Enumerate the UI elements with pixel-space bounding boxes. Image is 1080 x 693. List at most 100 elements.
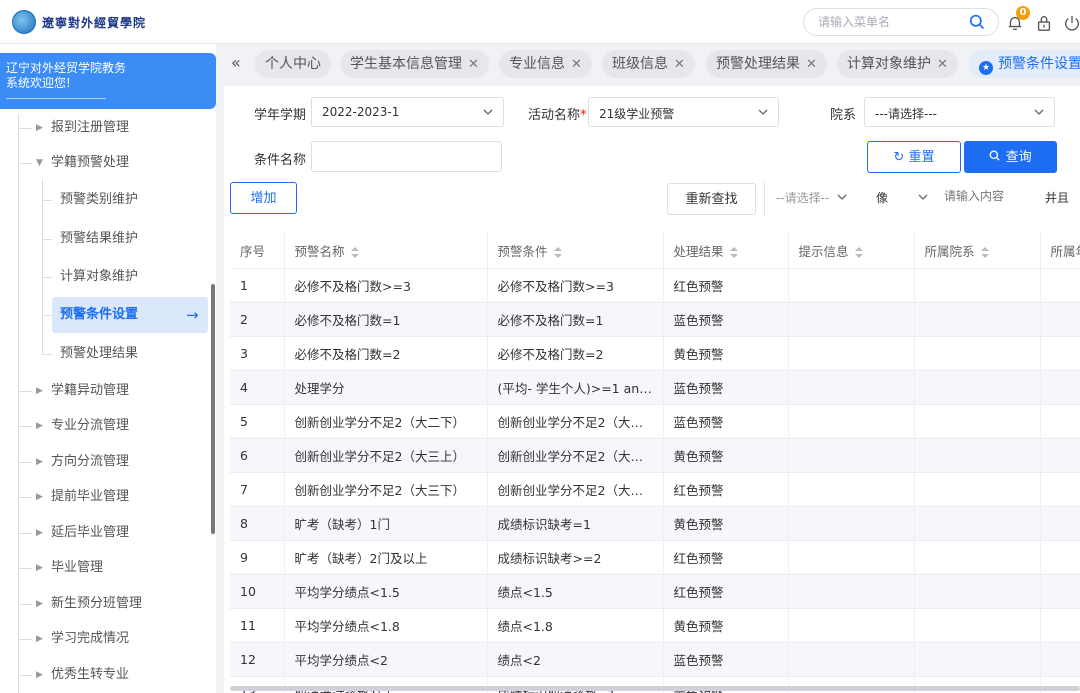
table-cell bbox=[1040, 540, 1080, 575]
table-cell: 平均学分绩点<1.8 bbox=[284, 608, 488, 643]
activity-select[interactable]: 21级学业预警 bbox=[588, 97, 779, 127]
tab-student-info[interactable]: 学生基本信息管理 ✕ bbox=[340, 50, 489, 78]
table-cell: 2 bbox=[230, 302, 285, 337]
tab-calc-object[interactable]: 计算对象维护 ✕ bbox=[837, 50, 958, 78]
field-select[interactable]: --请选择-- bbox=[776, 183, 847, 213]
col-header-warning-name[interactable]: 预警名称 bbox=[284, 232, 488, 269]
menu-search-box bbox=[803, 8, 999, 36]
tab-warning-condition[interactable]: ★ 预警条件设置 bbox=[969, 50, 1080, 78]
table-row[interactable]: 4 处理学分 (平均- 学生个人)>=1 and... 蓝色预警 bbox=[230, 370, 1080, 405]
sort-icon[interactable] bbox=[350, 246, 359, 258]
col-header-department[interactable]: 所属院系 bbox=[914, 232, 1041, 269]
table-cell: 12 bbox=[230, 642, 285, 677]
sidebar-item-registration[interactable]: ▶ 报到注册管理 bbox=[0, 113, 216, 143]
table-row[interactable]: 9 旷考（缺考）2门及以上 成绩标识缺考>=2 红色预警 bbox=[230, 540, 1080, 575]
power-icon[interactable] bbox=[1063, 14, 1080, 32]
tab-class-info[interactable]: 班级信息 ✕ bbox=[602, 50, 695, 78]
table-row[interactable]: 8 旷考（缺考）1门 成绩标识缺考=1 黄色预警 bbox=[230, 506, 1080, 541]
chevron-down-icon bbox=[1034, 109, 1044, 115]
close-icon[interactable]: ✕ bbox=[937, 57, 948, 72]
school-logo[interactable]: 遼寧對外經貿學院 bbox=[12, 10, 146, 34]
add-button[interactable]: 增加 bbox=[230, 182, 297, 214]
sidebar-item-excellent-transfer[interactable]: ▶ 优秀生转专业 bbox=[0, 660, 216, 690]
table-row[interactable]: 1 必修不及格门数>=3 必修不及格门数>=3 红色预警 bbox=[230, 268, 1080, 303]
sidebar-item-label: 延后毕业管理 bbox=[51, 525, 130, 540]
refind-button[interactable]: 重新查找 bbox=[667, 183, 756, 215]
dept-select[interactable]: ---请选择--- bbox=[864, 97, 1055, 127]
dept-label: 院系 bbox=[830, 108, 857, 123]
search-icon[interactable] bbox=[969, 14, 986, 31]
col-header-grade[interactable]: 所属年 bbox=[1040, 232, 1080, 269]
sidebar-item-early-graduation[interactable]: ▶ 提前毕业管理 bbox=[0, 482, 216, 512]
query-button[interactable]: 查询 bbox=[964, 141, 1057, 173]
table-cell bbox=[788, 574, 915, 609]
close-icon[interactable]: ✕ bbox=[806, 57, 817, 72]
tab-personal-center[interactable]: 个人中心 bbox=[255, 50, 331, 78]
sidebar-item-academic-warning[interactable]: ▼ 学籍预警处理 bbox=[0, 148, 216, 178]
table-row[interactable]: 11 平均学分绩点<1.8 绩点<1.8 黄色预警 bbox=[230, 608, 1080, 643]
close-icon[interactable]: ✕ bbox=[674, 57, 685, 72]
sidebar-item-graduation[interactable]: ▶ 毕业管理 bbox=[0, 553, 216, 583]
sort-icon[interactable] bbox=[980, 246, 989, 258]
welcome-line-1: 辽宁对外经贸学院教务 bbox=[6, 61, 127, 75]
sidebar-item-direction-split[interactable]: ▶ 方向分流管理 bbox=[0, 447, 216, 477]
sidebar-subitem-warning-result[interactable]: 预警结果维护 bbox=[0, 221, 216, 257]
sidebar-item-major-split[interactable]: ▶ 专业分流管理 bbox=[0, 411, 216, 441]
close-icon[interactable]: ✕ bbox=[468, 57, 479, 72]
sidebar-subitem-calc-object[interactable]: 计算对象维护 bbox=[0, 259, 216, 295]
tab-bar: « 个人中心 学生基本信息管理 ✕ 专业信息 ✕ 班级信息 ✕ 预警处理结果 ✕ 计算对… bbox=[224, 44, 1080, 84]
table-cell: 红色预警 bbox=[663, 574, 789, 609]
sidebar-subitem-warning-process[interactable]: 预警处理结果 bbox=[0, 336, 216, 372]
table-cell bbox=[788, 370, 915, 405]
sidebar-item-status-change[interactable]: ▶ 学籍异动管理 bbox=[0, 376, 216, 406]
table-cell: 创新创业学分不足2（大三... bbox=[487, 438, 664, 473]
menu-search-input[interactable] bbox=[816, 14, 970, 30]
table-row[interactable]: 6 创新创业学分不足2（大三上） 创新创业学分不足2（大三... 黄色预警 bbox=[230, 438, 1080, 473]
cond-name-input[interactable] bbox=[311, 141, 502, 172]
table-cell: 必修不及格门数=2 bbox=[284, 336, 488, 371]
star-circle-icon: ★ bbox=[979, 61, 993, 75]
lock-icon[interactable] bbox=[1035, 14, 1053, 32]
sidebar-subitem-warning-condition[interactable]: 预警条件设置 → bbox=[0, 297, 216, 333]
table-row[interactable]: 3 必修不及格门数=2 必修不及格门数=2 黄色预警 bbox=[230, 336, 1080, 371]
table-cell bbox=[1040, 574, 1080, 609]
table-row[interactable]: 12 平均学分绩点<2 绩点<2 蓝色预警 bbox=[230, 642, 1080, 677]
table-cell bbox=[914, 404, 1041, 439]
double-chevron-left-icon[interactable]: « bbox=[231, 54, 241, 72]
close-icon[interactable]: ✕ bbox=[571, 57, 582, 72]
table-cell: 创新创业学分不足2（大三下） bbox=[284, 472, 488, 507]
table-row[interactable]: 5 创新创业学分不足2（大二下） 创新创业学分不足2（大二... 蓝色预警 bbox=[230, 404, 1080, 439]
sidebar-item-freshman-class[interactable]: ▶ 新生预分班管理 bbox=[0, 589, 216, 619]
caret-right-icon: ▶ bbox=[36, 563, 43, 573]
tab-label: 预警条件设置 bbox=[998, 56, 1080, 72]
sidebar-subitem-label: 预警条件设置 bbox=[60, 307, 139, 322]
table-horizontal-scrollbar[interactable] bbox=[230, 686, 1080, 691]
table-cell bbox=[788, 506, 915, 541]
filter-content-input[interactable] bbox=[942, 188, 1041, 204]
col-header-hint[interactable]: 提示信息 bbox=[788, 232, 915, 269]
col-header-result[interactable]: 处理结果 bbox=[663, 232, 789, 269]
sidebar-item-study-completion[interactable]: ▶ 学习完成情况 bbox=[0, 624, 216, 654]
sidebar-item-label: 专业分流管理 bbox=[51, 418, 130, 433]
col-header-warning-condition[interactable]: 预警条件 bbox=[487, 232, 664, 269]
logic-select[interactable]: 并且 bbox=[1045, 183, 1069, 213]
table-row[interactable]: 7 创新创业学分不足2（大三下） 创新创业学分不足2（大三... 红色预警 bbox=[230, 472, 1080, 507]
sort-icon[interactable] bbox=[729, 246, 738, 258]
table-row[interactable]: 2 必修不及格门数=1 必修不及格门数=1 蓝色预警 bbox=[230, 302, 1080, 337]
operator-select-value: 像 bbox=[876, 191, 889, 205]
tab-major-info[interactable]: 专业信息 ✕ bbox=[499, 50, 592, 78]
sort-icon[interactable] bbox=[553, 246, 562, 258]
table-cell: 必修不及格门数>=3 bbox=[487, 268, 664, 303]
operator-select[interactable]: 像 bbox=[876, 183, 928, 213]
table-cell bbox=[788, 438, 915, 473]
table-row[interactable]: 10 平均学分绩点<1.5 绩点<1.5 红色预警 bbox=[230, 574, 1080, 609]
sidebar-scrollbar[interactable] bbox=[211, 284, 215, 534]
table-cell bbox=[788, 336, 915, 371]
tab-warning-result[interactable]: 预警处理结果 ✕ bbox=[706, 50, 827, 78]
reset-button[interactable]: ↻ 重置 bbox=[867, 141, 961, 173]
term-select[interactable]: 2022-2023-1 bbox=[311, 97, 504, 127]
sidebar-item-delayed-graduation[interactable]: ▶ 延后毕业管理 bbox=[0, 518, 216, 548]
sort-icon[interactable] bbox=[854, 246, 863, 258]
table-cell bbox=[914, 438, 1041, 473]
sidebar-subitem-warning-category[interactable]: 预警类别维护 bbox=[0, 182, 216, 218]
